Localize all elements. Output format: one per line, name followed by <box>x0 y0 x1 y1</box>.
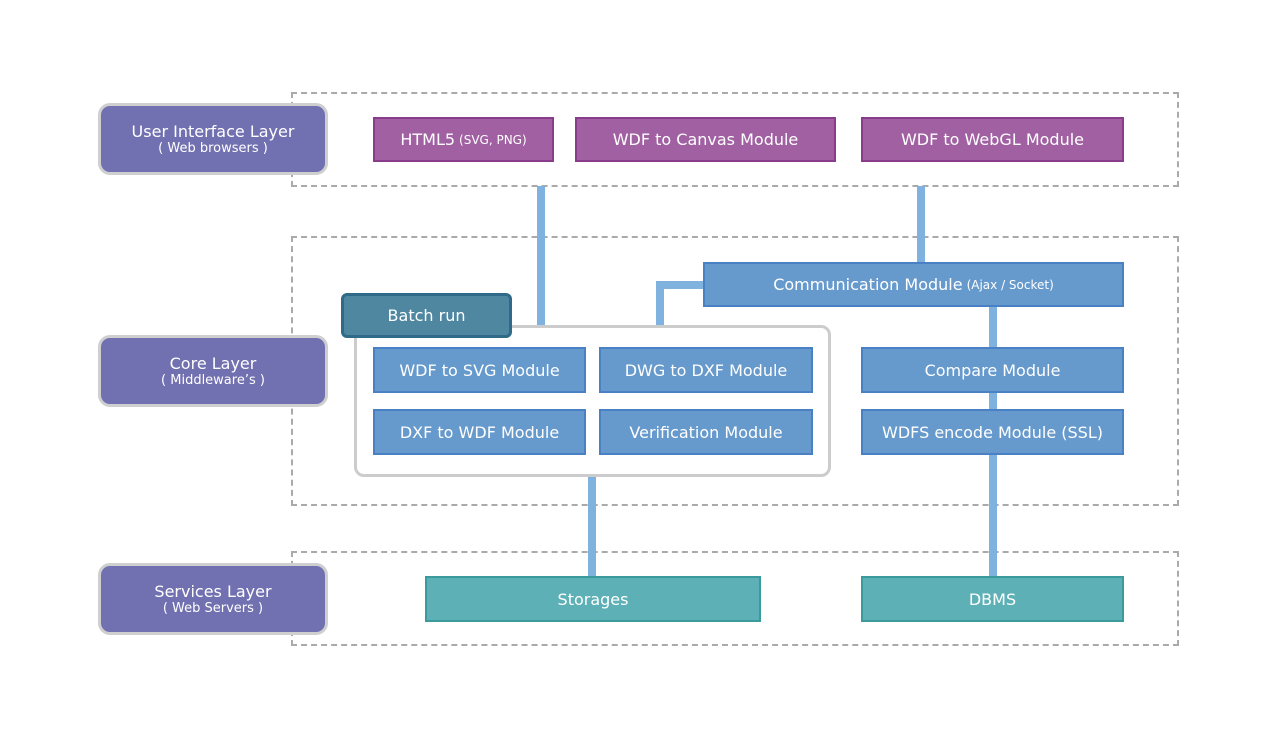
module-compare: Compare Module <box>861 347 1124 393</box>
connector-batch-storages <box>588 475 596 577</box>
layer-subtitle: ( Web Servers ) <box>162 601 264 616</box>
layer-title: Services Layer <box>154 582 272 601</box>
layer-title: Core Layer <box>169 354 257 373</box>
connector-batch-communication-horizontal <box>656 281 704 289</box>
module-wdf-to-webgl: WDF to WebGL Module <box>861 117 1124 162</box>
connector-html5-batch <box>537 186 545 326</box>
architecture-diagram: User Interface Layer ( Web browsers ) Co… <box>0 0 1277 738</box>
module-dwg-to-dxf: DWG to DXF Module <box>599 347 813 393</box>
module-label: Communication Module <box>773 275 963 294</box>
layer-subtitle: ( Web browsers ) <box>158 141 268 156</box>
module-note: (SVG, PNG) <box>459 132 527 147</box>
batch-run-header: Batch run <box>341 293 512 338</box>
module-html5: HTML5 (SVG, PNG) <box>373 117 554 162</box>
module-wdfs-encode: WDFS encode Module (SSL) <box>861 409 1124 455</box>
module-communication: Communication Module (Ajax / Socket) <box>703 262 1124 307</box>
module-verification: Verification Module <box>599 409 813 455</box>
module-wdf-to-canvas: WDF to Canvas Module <box>575 117 836 162</box>
module-note: (Ajax / Socket) <box>966 277 1054 292</box>
connector-webgl-communication <box>917 186 925 263</box>
service-storages: Storages <box>425 576 761 622</box>
layer-label-services: Services Layer ( Web Servers ) <box>98 563 328 635</box>
layer-label-ui: User Interface Layer ( Web browsers ) <box>98 103 328 175</box>
layer-subtitle: ( Middleware’s ) <box>161 373 265 388</box>
module-wdf-to-svg: WDF to SVG Module <box>373 347 586 393</box>
layer-label-core: Core Layer ( Middleware’s ) <box>98 335 328 407</box>
module-dxf-to-wdf: DXF to WDF Module <box>373 409 586 455</box>
layer-title: User Interface Layer <box>131 122 295 141</box>
service-dbms: DBMS <box>861 576 1124 622</box>
module-label: HTML5 <box>400 130 456 149</box>
